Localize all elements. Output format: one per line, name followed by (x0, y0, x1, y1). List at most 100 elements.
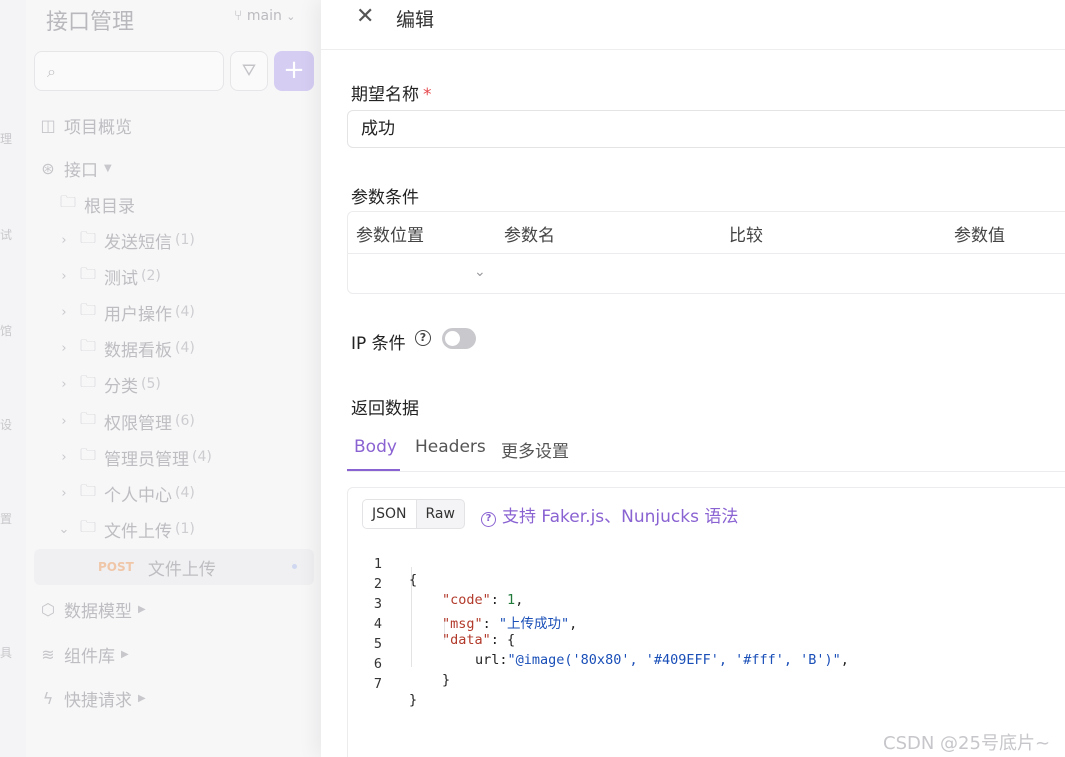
tree-folder[interactable]: › 🗀 个人中心 (4) (56, 478, 195, 508)
json-string: "@image('80x80', '#409EFF', '#fff', 'B')… (507, 652, 841, 668)
format-switch: JSON Raw (362, 499, 465, 529)
tree-folder[interactable]: › 🗀 数据看板 (4) (56, 333, 195, 363)
code-text: "msg": "上传成功", (442, 616, 578, 632)
rail-label: 设 (0, 418, 13, 432)
name-field-label: 期望名称 * (351, 80, 432, 105)
tree-item-models[interactable]: ⬡ 数据模型 ▶ (38, 594, 146, 624)
folder-icon: 🗀 (79, 408, 96, 428)
chevron-right-icon: › (61, 268, 67, 284)
tree-item-label: 用户操作 (104, 304, 172, 325)
tree-folder[interactable]: › 🗀 权限管理 (6) (56, 406, 195, 436)
caret-right-icon: ▶ (121, 648, 129, 660)
watermark: CSDN @25号底片~ (883, 733, 1051, 754)
tree-folder-open[interactable]: ⌄ 🗀 文件上传 (1) (56, 514, 195, 544)
column-header: 参数值 (954, 226, 1005, 246)
rail-label: 理 (0, 132, 13, 146)
params-table-header: 参数位置 参数名 比较 参数值 (348, 212, 1065, 254)
code-text: } (409, 692, 418, 708)
tree-folder[interactable]: › 🗀 分类 (5) (56, 369, 160, 399)
tree-item-count: (4) (175, 485, 195, 501)
tree-item-components[interactable]: ≋ 组件库 ▶ (38, 639, 129, 669)
chevron-right-icon: › (61, 449, 67, 465)
required-mark: * (423, 85, 432, 105)
tab-body[interactable]: Body (354, 437, 397, 457)
column-header: 参数位置 (356, 226, 424, 246)
caret-right-icon: ▶ (138, 692, 146, 704)
tree-item-count: (6) (175, 413, 195, 429)
folder-icon: 🗀 (59, 191, 76, 211)
tree-item-count: (1) (175, 521, 195, 537)
branch-icon: ⑂ (234, 8, 243, 24)
chevron-right-icon: › (61, 485, 67, 501)
folder-icon: 🗀 (79, 227, 96, 247)
tree-item-root[interactable]: 🗀 根目录 (58, 189, 135, 219)
folder-icon: 🗀 (79, 480, 96, 500)
tree-item-label: 权限管理 (104, 413, 172, 434)
filter-button[interactable]: ⛛ (230, 51, 268, 91)
tree-folder[interactable]: › 🗀 用户操作 (4) (56, 297, 194, 327)
filter-icon: ⛛ (241, 61, 257, 81)
branch-name: main (246, 8, 282, 24)
name-input[interactable]: 成功 (347, 110, 1065, 148)
left-rail: 理 试 馆 设 置 具 (0, 0, 26, 757)
tree-item-apis[interactable]: ⊛ 接口 ▼ (38, 153, 111, 183)
chevron-right-icon: › (61, 376, 67, 392)
folder-icon: 🗀 (79, 299, 96, 319)
tree-item-quick-request[interactable]: ϟ 快捷请求 ▶ (38, 683, 146, 713)
syntax-hint-text: 支持 Faker.js、Nunjucks 语法 (502, 507, 739, 527)
tab-headers[interactable]: Headers (415, 437, 486, 457)
tree-endpoint[interactable]: POST 文件上传 (98, 552, 216, 582)
return-tabs: Body Headers 更多设置 (347, 432, 1065, 472)
position-select-chevron-icon[interactable]: ⌄ (474, 264, 486, 280)
code-text: { (409, 572, 418, 588)
search-icon: ⌕ (47, 62, 56, 81)
ip-condition-toggle[interactable] (442, 328, 476, 349)
search-input[interactable]: ⌕ (34, 51, 224, 91)
code-editor[interactable]: JSON Raw ? 支持 Faker.js、Nunjucks 语法 1 { 2 … (347, 487, 1065, 757)
tree-folder[interactable]: › 🗀 发送短信 (1) (56, 225, 194, 255)
tree-folder[interactable]: › 🗀 测试 (2) (56, 261, 160, 291)
format-raw[interactable]: Raw (417, 500, 464, 528)
close-icon[interactable]: ✕ (356, 4, 374, 29)
tree-item-label: 数据看板 (104, 340, 172, 361)
json-key: "msg" (442, 616, 483, 632)
tree-item-label: 管理员管理 (104, 449, 189, 470)
tree-item-label: 文件上传 (147, 559, 216, 580)
code-line: 2 "code": 1, (348, 560, 523, 608)
folder-icon: 🗀 (79, 263, 96, 283)
edit-drawer: ✕ 编辑 期望名称 * 成功 参数条件 参数位置 参数名 比较 参数值 ⌄ IP … (321, 0, 1065, 757)
chevron-down-icon: ⌄ (286, 10, 296, 23)
lightning-icon: ϟ (42, 688, 54, 708)
name-label-text: 期望名称 (351, 85, 419, 105)
syntax-hint-link[interactable]: ? 支持 Faker.js、Nunjucks 语法 (481, 502, 738, 527)
json-key: url (475, 652, 500, 668)
chevron-right-icon: › (61, 340, 67, 356)
rail-label: 具 (0, 646, 13, 660)
tree-item-label: 快捷请求 (64, 690, 132, 711)
tree-item-label: 个人中心 (104, 485, 172, 506)
chevron-right-icon: › (61, 232, 67, 248)
rail-label: 试 (0, 228, 13, 242)
sidebar: 接口管理 ⑂ main ⌄ ⌕ ⛛ + ◫ 项目概览 ⊛ 接口 ▼ 🗀 根目录 … (26, 0, 322, 757)
tab-indicator (347, 469, 400, 471)
params-label: 参数条件 (351, 188, 419, 208)
branch-switcher[interactable]: ⑂ main ⌄ (234, 8, 296, 24)
tree-item-count: (4) (175, 340, 195, 356)
folder-icon: 🗀 (79, 371, 96, 391)
help-icon[interactable]: ? (415, 330, 431, 346)
add-button[interactable]: + (274, 51, 314, 91)
json-brace: { (507, 632, 516, 648)
json-key: "code" (442, 592, 491, 608)
drawer-title: 编辑 (396, 9, 435, 31)
tree-item-label: 项目概览 (64, 117, 132, 138)
rail-label: 置 (0, 512, 13, 526)
tree-item-label: 文件上传 (104, 521, 172, 542)
folder-icon: 🗀 (79, 444, 96, 464)
tab-more-settings[interactable]: 更多设置 (501, 437, 569, 462)
tree-item-overview[interactable]: ◫ 项目概览 (38, 110, 132, 140)
layers-icon: ≋ (41, 644, 55, 664)
tree-folder[interactable]: › 🗀 管理员管理 (4) (56, 442, 211, 472)
code-line: 7 } (348, 660, 417, 708)
format-json[interactable]: JSON (363, 500, 417, 528)
tree-item-label: 组件库 (64, 646, 115, 667)
